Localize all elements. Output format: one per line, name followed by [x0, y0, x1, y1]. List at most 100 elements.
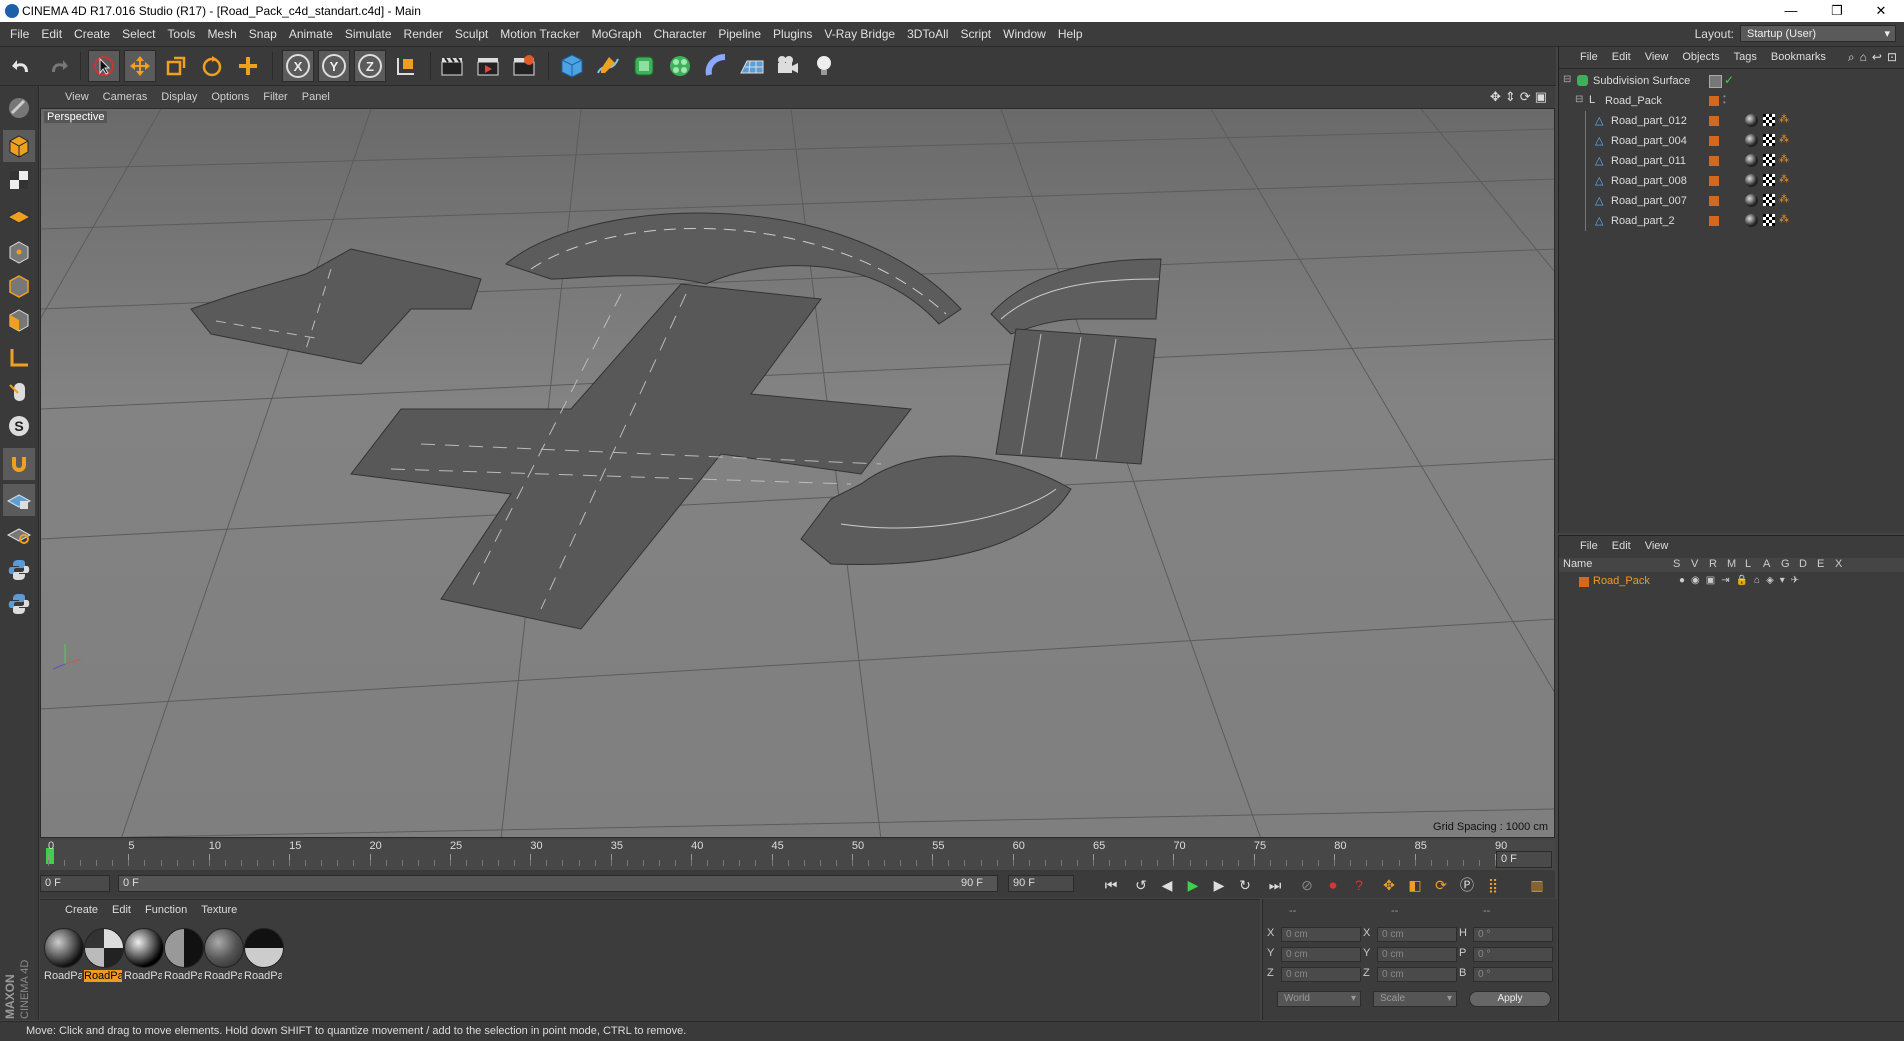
object-menu-edit[interactable]: Edit [1605, 51, 1638, 63]
layer-menu-edit[interactable]: Edit [1605, 540, 1638, 552]
viewport-menu-display[interactable]: Display [154, 91, 204, 103]
python-script-button[interactable] [3, 554, 35, 586]
object-row[interactable]: △ Road_part_004 ⁂ [1559, 131, 1904, 151]
move-tool[interactable] [124, 50, 156, 82]
layer-flags-icons[interactable]: ●◉▣⇥🔒⌂◈▾✈ [1679, 575, 1805, 586]
live-selection-tool[interactable] [88, 50, 120, 82]
material-tag-icon[interactable] [1745, 214, 1758, 227]
texture-tag-icon[interactable] [1763, 154, 1775, 166]
layer-toggle-icon[interactable] [1709, 75, 1722, 88]
viewport-pan-icon[interactable]: ✥ [1490, 89, 1501, 105]
texture-tag-icon[interactable] [1763, 214, 1775, 226]
menu-item-animate[interactable]: Animate [283, 27, 339, 41]
material-swatch[interactable]: RoadPart [84, 928, 128, 982]
tweak-mode-button[interactable] [3, 376, 35, 408]
menu-item-render[interactable]: Render [398, 27, 449, 41]
menu-item-character[interactable]: Character [648, 27, 713, 41]
cloner-button[interactable] [664, 50, 696, 82]
polygons-mode-button[interactable] [3, 304, 35, 336]
light-object-button[interactable] [808, 50, 840, 82]
coord-value-field[interactable]: 0 ° [1473, 967, 1553, 982]
menu-item-help[interactable]: Help [1052, 27, 1089, 41]
layer-column-v[interactable]: V [1691, 558, 1709, 570]
layer-column-l[interactable]: L [1745, 558, 1763, 570]
layer-column-r[interactable]: R [1709, 558, 1727, 570]
play-button[interactable]: ▶ [1182, 874, 1204, 896]
go-to-end-button[interactable]: ⏭ [1264, 874, 1286, 896]
enable-axis-button[interactable] [3, 342, 35, 374]
layout-select[interactable]: Startup (User) ▾ [1740, 25, 1896, 42]
material-tag-icon[interactable] [1745, 114, 1758, 127]
y-axis-lock-button[interactable]: Y [318, 50, 350, 82]
layer-row[interactable]: Road_Pack ●◉▣⇥🔒⌂◈▾✈ [1559, 574, 1904, 590]
material-swatch[interactable]: RoadPart [44, 928, 88, 982]
material-tag-icon[interactable] [1745, 154, 1758, 167]
workplane-lock-button[interactable] [3, 484, 35, 516]
layer-column-s[interactable]: S [1673, 558, 1691, 570]
render-settings-button[interactable] [508, 50, 540, 82]
texture-tag-icon[interactable] [1763, 114, 1775, 126]
make-editable-button[interactable] [3, 92, 35, 124]
coord-value-field[interactable]: 0 ° [1473, 947, 1553, 962]
layer-column-g[interactable]: G [1781, 558, 1799, 570]
start-frame-field[interactable]: 0 F [40, 875, 110, 892]
maximize-button[interactable]: ❐ [1814, 0, 1860, 22]
material-swatch[interactable]: RoadPart [204, 928, 248, 982]
object-menu-view[interactable]: View [1638, 51, 1676, 63]
object-menu-bookmarks[interactable]: Bookmarks [1764, 51, 1833, 63]
material-tag-icon[interactable] [1745, 194, 1758, 207]
texture-tag-icon[interactable] [1763, 194, 1775, 206]
material-tag-icon[interactable] [1745, 174, 1758, 187]
minimize-button[interactable]: — [1768, 0, 1814, 22]
material-menu-edit[interactable]: Edit [105, 904, 138, 916]
viewport-menu-view[interactable]: View [58, 91, 96, 103]
menu-item-create[interactable]: Create [68, 27, 116, 41]
object-row[interactable]: △ Road_part_008 ⁂ [1559, 171, 1904, 191]
go-to-start-button[interactable]: ⏮ [1100, 874, 1122, 896]
back-icon[interactable]: ↩ [1872, 50, 1882, 65]
phong-tag-icon[interactable]: ⁂ [1779, 214, 1793, 228]
undo-button[interactable] [6, 50, 38, 82]
material-swatch[interactable]: RoadPart [244, 928, 288, 982]
menu-item-mesh[interactable]: Mesh [201, 27, 242, 41]
viewport-rotate-icon[interactable]: ⟳ [1520, 89, 1531, 105]
deformer-button[interactable] [700, 50, 732, 82]
object-menu-file[interactable]: File [1573, 51, 1605, 63]
object-menu-tags[interactable]: Tags [1727, 51, 1764, 63]
enabled-check-icon[interactable]: ✓ [1724, 73, 1734, 87]
viewport-menu-panel[interactable]: Panel [295, 91, 337, 103]
x-axis-lock-button[interactable]: X [282, 50, 314, 82]
phong-tag-icon[interactable]: ⁂ [1779, 114, 1793, 128]
object-row-road-pack[interactable]: ⊟ L Road_Pack • • [1559, 91, 1904, 111]
menu-item-file[interactable]: File [4, 27, 35, 41]
previous-key-button[interactable]: ↺ [1130, 874, 1152, 896]
material-menu-texture[interactable]: Texture [194, 904, 244, 916]
menu-item-sculpt[interactable]: Sculpt [449, 27, 494, 41]
viewport-menu-filter[interactable]: Filter [256, 91, 294, 103]
phong-tag-icon[interactable]: ⁂ [1779, 194, 1793, 208]
object-row[interactable]: △ Road_part_2 ⁂ [1559, 211, 1904, 231]
texture-tag-icon[interactable] [1763, 134, 1775, 146]
coord-value-field[interactable]: 0 cm [1377, 947, 1457, 962]
search-icon[interactable]: ⌕ [1848, 50, 1855, 65]
preview-range-slider[interactable]: 0 F 90 F [118, 875, 998, 892]
coord-value-field[interactable]: 0 cm [1281, 927, 1361, 942]
viewport-maximize-icon[interactable]: ▣ [1535, 89, 1547, 105]
layer-menu-view[interactable]: View [1638, 540, 1676, 552]
menu-item-plugins[interactable]: Plugins [767, 27, 818, 41]
apply-button[interactable]: Apply [1469, 991, 1551, 1007]
viewport-zoom-icon[interactable]: ⇕ [1505, 89, 1516, 105]
layer-column-d[interactable]: D [1799, 558, 1817, 570]
record-active-objects-button[interactable]: ⏺ [1322, 874, 1344, 896]
viewport-menu-cameras[interactable]: Cameras [96, 91, 155, 103]
snap-button[interactable] [3, 448, 35, 480]
spline-pen-button[interactable] [592, 50, 624, 82]
key-position-button[interactable]: ✥ [1378, 874, 1400, 896]
collapse-icon[interactable]: ⊟ [1563, 74, 1571, 85]
perspective-viewport[interactable]: Perspective Grid Spacing : 1000 cm [40, 108, 1555, 838]
key-scale-button[interactable]: ◧ [1404, 874, 1426, 896]
coord-value-field[interactable]: 0 cm [1281, 947, 1361, 962]
model-mode-button[interactable] [3, 130, 35, 162]
coordinate-space-select[interactable]: World ▾ [1277, 991, 1361, 1007]
coord-value-field[interactable]: 0 ° [1473, 927, 1553, 942]
